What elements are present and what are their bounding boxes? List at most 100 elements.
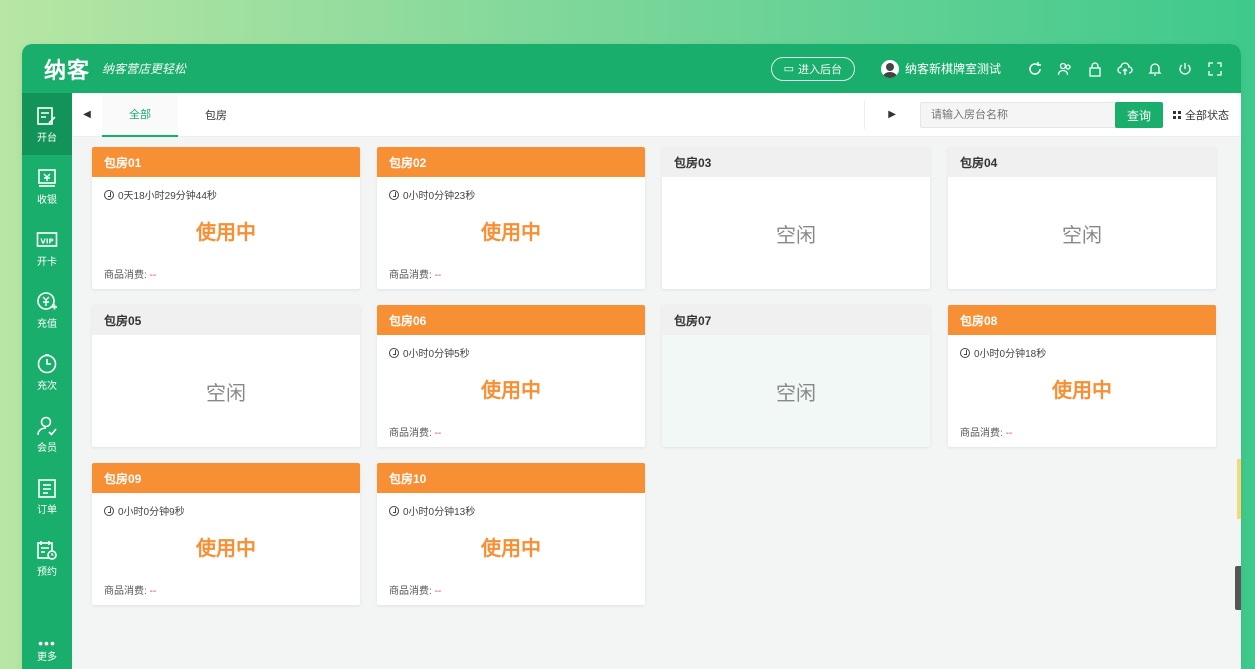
fullscreen-icon[interactable] [1207, 61, 1223, 77]
sidebar: 开台 收银 VIP 开卡 充值 充次 会员 订单 预约 ••• 更多 [22, 93, 72, 669]
room-search-input[interactable] [920, 102, 1128, 128]
room-consume: 商品消费: -- [389, 424, 441, 439]
room-consume: 商品消费: -- [960, 424, 1012, 439]
room-timer-row: 0小时0分钟23秒 [377, 177, 645, 202]
side-drawer-handle[interactable] [1237, 459, 1241, 519]
sidebar-item-member[interactable]: 会员 [22, 403, 72, 465]
member-icon [37, 416, 57, 436]
recharge-times-icon [37, 353, 57, 373]
sidebar-item-open-table[interactable]: 开台 [22, 93, 72, 155]
room-name: 包房09 [92, 463, 360, 493]
grid-icon [1173, 111, 1181, 119]
clock-icon [104, 189, 114, 200]
room-card[interactable]: 包房06 0小时0分钟5秒 使用中 商品消费: -- [377, 305, 645, 447]
consume-value: -- [434, 428, 442, 439]
top-bar: 纳客 纳客营店更轻松 ▭ 进入后台 纳客新棋牌室测试 [22, 44, 1241, 93]
user-name: 纳客新棋牌室测试 [904, 62, 1001, 76]
tab-all[interactable]: 全部 [102, 92, 178, 137]
all-status-filter[interactable]: 全部状态 [1173, 107, 1229, 123]
bell-icon[interactable] [1147, 61, 1163, 77]
sidebar-item-recharge-times[interactable]: 充次 [22, 341, 72, 403]
room-timer-row: 0天18小时29分钟44秒 [92, 177, 360, 202]
room-card[interactable]: 包房10 0小时0分钟13秒 使用中 商品消费: -- [377, 463, 645, 605]
room-status: 空闲 [1062, 224, 1102, 247]
room-consume: 商品消费: -- [104, 582, 156, 597]
room-card[interactable]: 包房03 空闲 [662, 147, 930, 289]
clock-icon [104, 505, 114, 516]
room-status: 使用中 [196, 222, 256, 244]
room-card[interactable]: 包房01 0天18小时29分钟44秒 使用中 商品消费: -- [92, 147, 360, 289]
room-timer-row: 0小时0分钟9秒 [92, 493, 360, 518]
sidebar-item-reservation[interactable]: 预约 [22, 527, 72, 589]
room-card[interactable]: 包房04 空闲 [948, 147, 1216, 289]
room-timer-row: 0小时0分钟18秒 [948, 335, 1216, 360]
clock-icon [960, 347, 970, 358]
room-consume: 商品消费: -- [389, 266, 441, 281]
reservation-icon [37, 540, 57, 560]
consume-label: 商品消费: [389, 270, 432, 281]
svg-text:VIP: VIP [40, 237, 53, 245]
room-status: 使用中 [1052, 380, 1112, 402]
room-name: 包房07 [662, 305, 930, 335]
room-card[interactable]: 包房05 空闲 [92, 305, 360, 447]
room-name: 包房10 [377, 463, 645, 493]
users-icon[interactable] [1057, 61, 1073, 77]
brand-logo: 纳客 [44, 57, 91, 83]
room-name: 包房06 [377, 305, 645, 335]
sidebar-item-open-card[interactable]: VIP 开卡 [22, 217, 72, 279]
enter-backend-button[interactable]: ▭ 进入后台 [770, 56, 855, 81]
sidebar-item-order[interactable]: 订单 [22, 465, 72, 527]
consume-value: -- [1005, 428, 1013, 439]
tab-scroll-left-icon[interactable]: ◀ [72, 109, 102, 120]
room-status: 使用中 [481, 222, 541, 244]
refresh-icon[interactable] [1027, 61, 1043, 77]
sidebar-more-button[interactable]: ••• 更多 [22, 635, 72, 663]
room-timer-row: 0小时0分钟13秒 [377, 493, 645, 518]
consume-label: 商品消费: [389, 428, 432, 439]
sidebar-more-label: 更多 [37, 652, 57, 663]
room-consume: 商品消费: -- [104, 266, 156, 281]
user-menu[interactable]: 纳客新棋牌室测试 [880, 59, 1001, 78]
room-timer-row: 0小时0分钟5秒 [377, 335, 645, 360]
sidebar-item-label: 订单 [37, 504, 57, 516]
sidebar-item-label: 收银 [37, 194, 57, 206]
more-dots-icon: ••• [38, 635, 56, 651]
side-tool-handle[interactable] [1235, 566, 1241, 610]
tab-private-room[interactable]: 包房 [178, 93, 254, 137]
enter-backend-label: 进入后台 [797, 63, 842, 76]
sidebar-item-label: 开台 [37, 132, 57, 144]
sidebar-item-recharge[interactable]: 充值 [22, 279, 72, 341]
room-card[interactable]: 包房08 0小时0分钟18秒 使用中 商品消费: -- [948, 305, 1216, 447]
lock-icon[interactable] [1087, 61, 1103, 77]
monitor-icon: ▭ [783, 63, 794, 75]
room-timer: 0天18小时29分钟44秒 [118, 191, 217, 202]
clock-icon [389, 505, 399, 516]
clock-icon [389, 347, 399, 358]
room-status: 使用中 [481, 380, 541, 402]
consume-label: 商品消费: [389, 586, 432, 597]
room-status: 空闲 [206, 382, 246, 405]
room-card[interactable]: 包房09 0小时0分钟9秒 使用中 商品消费: -- [92, 463, 360, 605]
room-name: 包房08 [948, 305, 1216, 335]
clock-icon [389, 189, 399, 200]
room-name: 包房02 [377, 147, 645, 177]
sidebar-item-label: 预约 [37, 566, 57, 578]
sidebar-item-cashier[interactable]: 收银 [22, 155, 72, 217]
room-card[interactable]: 包房02 0小时0分钟23秒 使用中 商品消费: -- [377, 147, 645, 289]
room-card[interactable]: 包房07 空闲 [662, 305, 930, 447]
vip-card-icon: VIP [36, 231, 58, 247]
room-timer: 0小时0分钟18秒 [974, 349, 1047, 360]
room-timer: 0小时0分钟23秒 [403, 191, 476, 202]
consume-label: 商品消费: [104, 586, 147, 597]
consume-value: -- [434, 270, 442, 281]
sidebar-item-label: 开卡 [37, 256, 57, 268]
order-icon [38, 478, 56, 498]
query-button[interactable]: 查询 [1115, 102, 1163, 128]
power-icon[interactable] [1177, 61, 1193, 77]
consume-value: -- [434, 586, 442, 597]
room-status: 空闲 [776, 224, 816, 247]
cloud-upload-icon[interactable] [1117, 61, 1133, 77]
tabs-bar: ◀ 全部 包房 ▶ 查询 全部状态 [72, 92, 1241, 137]
tab-divider [864, 101, 865, 129]
tab-scroll-right-icon[interactable]: ▶ [888, 109, 896, 120]
